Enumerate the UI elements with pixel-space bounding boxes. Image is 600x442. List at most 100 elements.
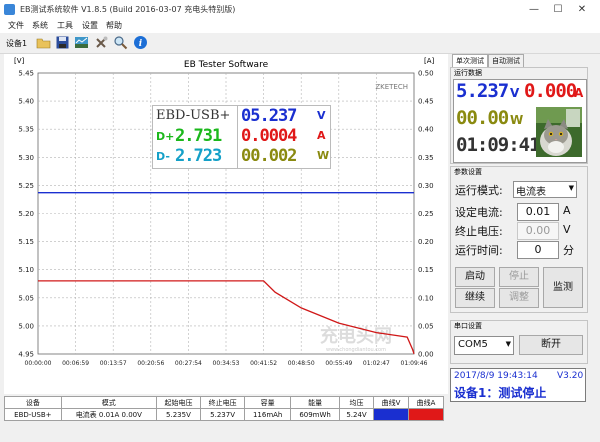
- mode-select[interactable]: 电流表 ▼: [513, 181, 577, 198]
- title-bar: EB测试系统软件 V1.8.5 (Build 2016-03-07 充电头特别版…: [0, 0, 600, 20]
- table-header: 终止电压: [200, 396, 246, 409]
- search-icon[interactable]: [113, 35, 128, 50]
- table-header: 设备: [4, 396, 62, 409]
- y-tick-label: 4.95: [18, 351, 34, 359]
- live-data-group: 运行数据 5.237 V 0.000 A 00.00 W 01:09:41: [450, 67, 588, 164]
- cell-end-voltage: 5.237V: [200, 408, 246, 421]
- x-axis: 00:00:00 00:06:59 00:13:57 00:20:56 00:27:54…: [25, 360, 428, 367]
- menu-tools[interactable]: 工具: [57, 20, 73, 31]
- y2-tick-label: 0.10: [418, 294, 434, 302]
- brand-label: ZKETECH: [375, 83, 408, 91]
- status-box: 2017/8/9 19:43:14 V3.20 设备1：测试停止: [450, 368, 586, 402]
- y-tick-label: 5.15: [18, 238, 34, 246]
- y2-tick-label: 0.40: [418, 126, 434, 134]
- app-icon: [4, 4, 15, 15]
- y-tick-label: 5.05: [18, 294, 34, 302]
- adjust-button[interactable]: 调整: [499, 288, 539, 308]
- table-header: 曲线V: [373, 396, 409, 409]
- open-folder-icon[interactable]: [36, 35, 51, 50]
- dminus-label: D-: [156, 150, 170, 163]
- overlay-voltage-unit: V: [317, 109, 326, 122]
- live-voltage: 5.237: [456, 80, 509, 102]
- resume-button[interactable]: 继续: [455, 288, 495, 308]
- x-tick-label: 00:55:49: [325, 360, 352, 367]
- y2-tick-label: 0.15: [418, 266, 434, 274]
- live-display: 5.237 V 0.000 A 00.00 W 01:09:41: [453, 79, 587, 163]
- port-select[interactable]: COM5 ▼: [454, 336, 514, 355]
- device-selector[interactable]: 设备1: [6, 38, 27, 49]
- table-header: 能量: [290, 396, 341, 409]
- right-unit-label: [A]: [424, 57, 435, 65]
- left-unit-label: [V]: [14, 57, 25, 65]
- cell-device: EBD-USB+: [4, 408, 62, 421]
- x-tick-label: 00:13:57: [100, 360, 127, 367]
- tab-single-test[interactable]: 单次测试: [452, 54, 488, 67]
- overlay-model: EBD-USB+: [156, 108, 231, 123]
- dminus-value: 2.723: [175, 146, 222, 166]
- port-select-value: COM5: [458, 339, 488, 350]
- cell-curve-v-swatch[interactable]: [373, 408, 409, 421]
- current-setting-unit: A: [563, 204, 571, 217]
- live-elapsed-time: 01:09:41: [456, 134, 541, 156]
- cell-start-voltage: 5.235V: [155, 408, 202, 421]
- chart-panel: 5.45 5.40 5.35 5.30 5.25 5.20 5.15 5.10 5.05 5.00…: [4, 54, 448, 394]
- menu-bar: 文件 系统 工具 设置 帮助: [0, 19, 600, 33]
- overlay-power: 00.002: [241, 146, 297, 166]
- chart-title: EB Tester Software: [184, 60, 269, 70]
- y-tick-label: 5.20: [18, 210, 34, 218]
- start-button[interactable]: 启动: [455, 267, 495, 287]
- table-header: 模式: [60, 396, 157, 409]
- runtime-label: 运行时间:: [455, 244, 503, 257]
- y-tick-label: 5.10: [18, 266, 34, 274]
- save-icon[interactable]: [55, 35, 70, 50]
- params-label: 参数设置: [454, 168, 482, 176]
- cell-avg-voltage: 5.24V: [339, 408, 374, 421]
- tools-icon[interactable]: [94, 35, 109, 50]
- info-icon[interactable]: i: [133, 35, 148, 50]
- monitor-button[interactable]: 监测: [543, 267, 583, 308]
- x-tick-label: 00:41:52: [250, 360, 277, 367]
- mode-select-value: 电流表: [516, 187, 546, 198]
- maximize-button[interactable]: ☐: [546, 0, 570, 19]
- live-power: 00.00: [456, 107, 509, 129]
- stop-button[interactable]: 停止: [499, 267, 539, 287]
- overlay-current-unit: A: [317, 129, 326, 142]
- cell-curve-a-swatch[interactable]: [408, 408, 444, 421]
- tab-auto-test[interactable]: 自动测试: [488, 54, 524, 67]
- current-setting-input[interactable]: 0.01: [517, 203, 559, 221]
- menu-help[interactable]: 帮助: [106, 20, 122, 31]
- live-voltage-unit: V: [510, 86, 520, 100]
- close-button[interactable]: ✕: [570, 0, 594, 19]
- x-tick-label: 00:00:00: [25, 360, 52, 367]
- params-group: 参数设置 运行模式: 电流表 ▼ 设定电流: 0.01 A 终止电压: 0.00…: [450, 166, 588, 313]
- serial-label: 串口设置: [454, 322, 482, 330]
- menu-system[interactable]: 系统: [32, 20, 48, 31]
- current-setting-label: 设定电流:: [455, 206, 503, 219]
- y-tick-label: 5.25: [18, 182, 34, 190]
- y2-tick-label: 0.00: [418, 351, 434, 359]
- status-message: 设备1：测试停止: [454, 386, 547, 400]
- overlay-current: 0.0004: [241, 126, 297, 146]
- table-header: 均压: [339, 396, 374, 409]
- stop-voltage-input[interactable]: 0.00: [517, 222, 559, 240]
- cell-mode: 电流表 0.01A 0.00V: [60, 408, 157, 421]
- y2-tick-label: 0.45: [418, 98, 434, 106]
- x-tick-label: 00:06:59: [62, 360, 89, 367]
- runtime-input[interactable]: 0: [517, 241, 559, 259]
- menu-settings[interactable]: 设置: [82, 20, 98, 31]
- svg-text:i: i: [139, 39, 143, 49]
- chart-icon[interactable]: [74, 35, 89, 50]
- table-header: 起始电压: [155, 396, 202, 409]
- watermark-text: 充电头网: [320, 325, 392, 347]
- y-axis-right: 0.50 0.45 0.40 0.35 0.30 0.25 0.20 0.15 0.10 0.05…: [418, 70, 434, 359]
- table-header: 曲线A: [408, 396, 444, 409]
- live-current: 0.000: [524, 80, 577, 102]
- menu-file[interactable]: 文件: [8, 20, 24, 31]
- stop-voltage-unit: V: [563, 223, 571, 236]
- live-power-unit: W: [510, 113, 524, 127]
- table-row[interactable]: EBD-USB+ 电流表 0.01A 0.00V 5.235V 5.237V 1…: [4, 408, 444, 421]
- y-tick-label: 5.35: [18, 126, 34, 134]
- minimize-button[interactable]: —: [522, 0, 546, 19]
- disconnect-button[interactable]: 断开: [519, 335, 583, 355]
- x-tick-label: 00:34:53: [213, 360, 240, 367]
